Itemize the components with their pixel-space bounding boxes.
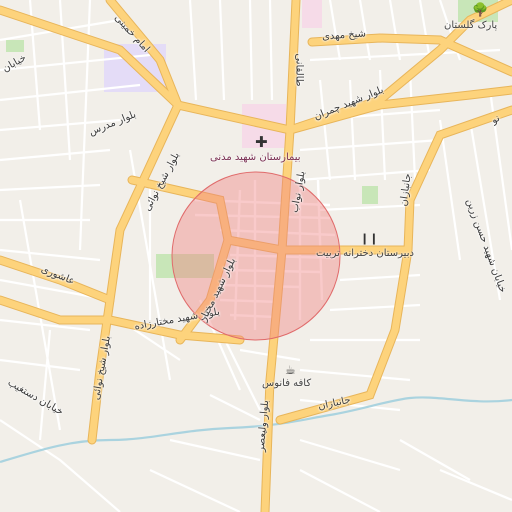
map-canvas	[0, 0, 512, 512]
poi-park-label[interactable]: پارک گلستان	[444, 20, 497, 32]
cafe-icon[interactable]: ☕	[285, 364, 296, 377]
park-area-small	[362, 186, 378, 204]
poi-school-label[interactable]: دبیرستان دخترانه تربیت	[316, 248, 414, 260]
poi-cafe-label[interactable]: کافه فانوس	[262, 378, 311, 390]
map-view[interactable]: امام خمینی بلوار مدرس شیخ مهدی طالقانی ب…	[0, 0, 512, 512]
park-area-left	[6, 40, 24, 52]
school-icon[interactable]: ❙❙	[360, 232, 378, 245]
label-taleghani: طالقانی	[293, 53, 305, 87]
hospital-area-top	[302, 0, 322, 28]
tree-icon[interactable]: 🌳	[472, 4, 488, 17]
hospital-cross-icon[interactable]: ✚	[255, 135, 268, 150]
poi-hospital-label[interactable]: بیمارستان شهید مدنی	[210, 152, 301, 164]
river	[0, 396, 512, 464]
